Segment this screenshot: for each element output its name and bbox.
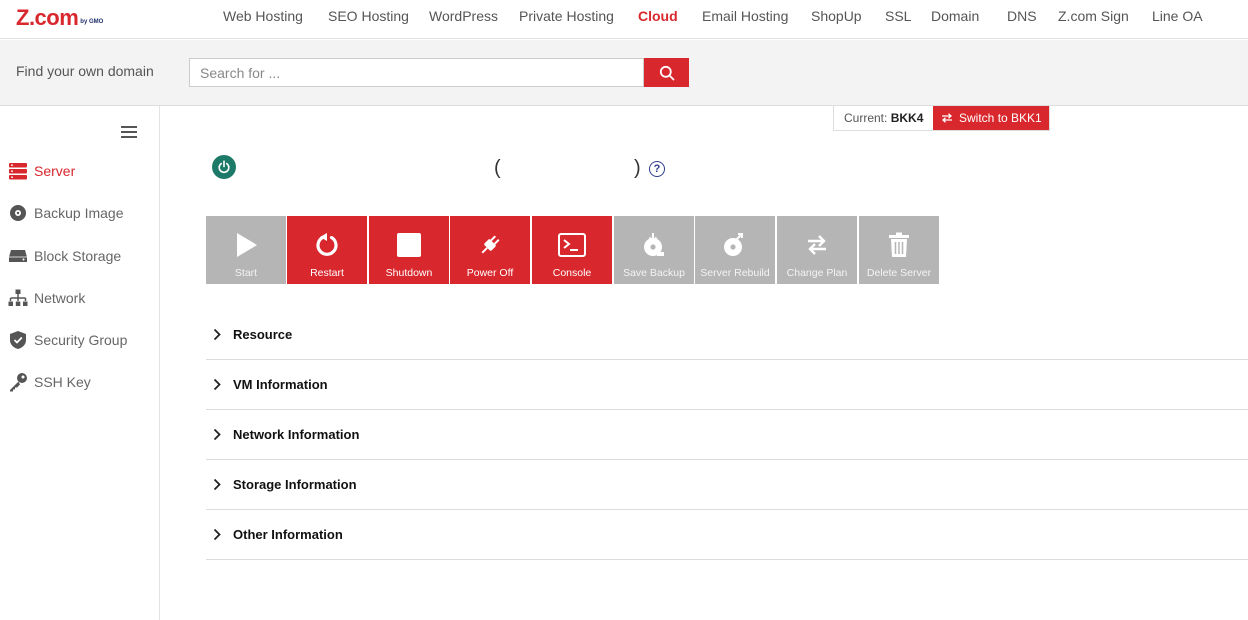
section-storage-information[interactable]: Storage Information xyxy=(206,460,1248,510)
power-status-icon xyxy=(212,155,236,179)
nav-line-oa[interactable]: Line OA xyxy=(1152,8,1203,24)
sidebar-item-label: Server xyxy=(34,163,76,179)
save-backup-button[interactable]: Save Backup xyxy=(614,216,694,284)
switch-region-button[interactable]: Switch to BKK1 xyxy=(933,106,1050,130)
server-icon xyxy=(8,161,28,181)
swap-arrows-icon xyxy=(942,113,953,123)
action-label: Shutdown xyxy=(385,267,433,279)
play-icon xyxy=(232,231,260,259)
domain-search-input[interactable] xyxy=(189,58,644,87)
nav-seo-hosting[interactable]: SEO Hosting xyxy=(328,8,409,24)
sidebar-item-label: Block Storage xyxy=(34,248,122,264)
section-title: Network Information xyxy=(233,427,360,442)
section-network-information[interactable]: Network Information xyxy=(206,410,1248,460)
restart-icon xyxy=(313,231,341,259)
plug-icon xyxy=(476,231,504,259)
sidebar-item-server[interactable]: Server xyxy=(0,159,159,183)
sidebar-item-security-group[interactable]: Security Group xyxy=(0,328,159,352)
sidebar-item-network[interactable]: Network xyxy=(0,286,159,310)
action-label: Delete Server xyxy=(866,267,932,279)
search-button[interactable] xyxy=(644,58,689,87)
save-backup-icon xyxy=(640,231,668,259)
current-region-value: BKK4 xyxy=(890,111,924,125)
sidebar-item-backup-image[interactable]: Backup Image xyxy=(0,201,159,225)
nav-cloud[interactable]: Cloud xyxy=(638,8,678,24)
sidebar-item-label: Security Group xyxy=(34,332,128,348)
key-icon xyxy=(8,372,28,392)
nav-web-hosting[interactable]: Web Hosting xyxy=(223,8,303,24)
sidebar-item-block-storage[interactable]: Block Storage xyxy=(0,244,159,268)
section-title: Resource xyxy=(233,327,293,342)
menu-toggle-icon[interactable] xyxy=(121,126,137,140)
section-title: VM Information xyxy=(233,377,328,392)
change-plan-button[interactable]: Change Plan xyxy=(777,216,857,284)
sidebar-item-ssh-key[interactable]: SSH Key xyxy=(0,370,159,394)
terminal-icon xyxy=(558,231,586,259)
nav-shopup[interactable]: ShopUp xyxy=(811,8,862,24)
trash-icon xyxy=(885,231,913,259)
nav-domain[interactable]: Domain xyxy=(931,8,979,24)
action-label: Restart xyxy=(310,267,344,279)
sidebar-item-label: SSH Key xyxy=(34,374,91,390)
region-selector: Current: BKK4 Switch to BKK1 xyxy=(833,106,1051,131)
server-name-paren-close: ) xyxy=(634,157,641,179)
chevron-right-icon xyxy=(213,428,223,441)
logo-text: Z.com xyxy=(16,5,79,30)
nav-dns[interactable]: DNS xyxy=(1007,8,1037,24)
action-label: Start xyxy=(234,267,258,279)
sidebar-item-label: Network xyxy=(34,290,86,306)
help-icon[interactable]: ? xyxy=(649,161,665,177)
switch-region-label: Switch to BKK1 xyxy=(959,111,1042,125)
domain-search-bar: Find your own domain xyxy=(0,40,1248,106)
zcom-logo[interactable]: Z.com by GMO xyxy=(16,5,104,30)
server-rebuild-button[interactable]: Server Rebuild xyxy=(695,216,775,284)
nav-wordpress[interactable]: WordPress xyxy=(429,8,498,24)
start-button[interactable]: Start xyxy=(206,216,286,284)
sidebar-item-label: Backup Image xyxy=(34,205,124,221)
action-label: Server Rebuild xyxy=(700,267,770,279)
action-label: Power Off xyxy=(466,267,514,279)
nav-ssl[interactable]: SSL xyxy=(885,8,911,24)
restart-button[interactable]: Restart xyxy=(287,216,367,284)
nav-zcom-sign[interactable]: Z.com Sign xyxy=(1058,8,1129,24)
swap-icon xyxy=(803,231,831,259)
shield-icon xyxy=(8,330,28,350)
sidebar: Server Backup Image Block Storage Networ… xyxy=(0,106,160,620)
section-title: Other Information xyxy=(233,527,343,542)
network-icon xyxy=(8,288,28,308)
nav-email-hosting[interactable]: Email Hosting xyxy=(702,8,788,24)
search-icon xyxy=(659,65,674,80)
top-navigation: Z.com by GMO Web Hosting SEO Hosting Wor… xyxy=(0,0,1248,39)
section-title: Storage Information xyxy=(233,477,357,492)
console-button[interactable]: Console xyxy=(532,216,612,284)
action-label: Save Backup xyxy=(623,267,685,279)
current-region-label: Current: xyxy=(844,111,888,125)
delete-server-button[interactable]: Delete Server xyxy=(859,216,939,284)
shutdown-button[interactable]: Shutdown xyxy=(369,216,449,284)
section-resource[interactable]: Resource xyxy=(206,310,1248,360)
search-label: Find your own domain xyxy=(16,63,154,79)
action-label: Console xyxy=(552,267,592,279)
section-vm-information[interactable]: VM Information xyxy=(206,360,1248,410)
power-off-button[interactable]: Power Off xyxy=(450,216,530,284)
logo-sub-text: by GMO xyxy=(80,19,104,25)
current-region: Current: BKK4 xyxy=(834,106,934,130)
nav-private-hosting[interactable]: Private Hosting xyxy=(519,8,614,24)
disc-icon xyxy=(8,203,28,223)
section-other-information[interactable]: Other Information xyxy=(206,510,1248,560)
chevron-right-icon xyxy=(213,378,223,391)
action-label: Change Plan xyxy=(786,267,848,279)
chevron-right-icon xyxy=(213,528,223,541)
server-name-paren-open: ( xyxy=(494,157,501,179)
stop-icon xyxy=(395,231,423,259)
rebuild-icon xyxy=(721,231,749,259)
chevron-right-icon xyxy=(213,478,223,491)
storage-icon xyxy=(8,246,28,266)
chevron-right-icon xyxy=(213,328,223,341)
